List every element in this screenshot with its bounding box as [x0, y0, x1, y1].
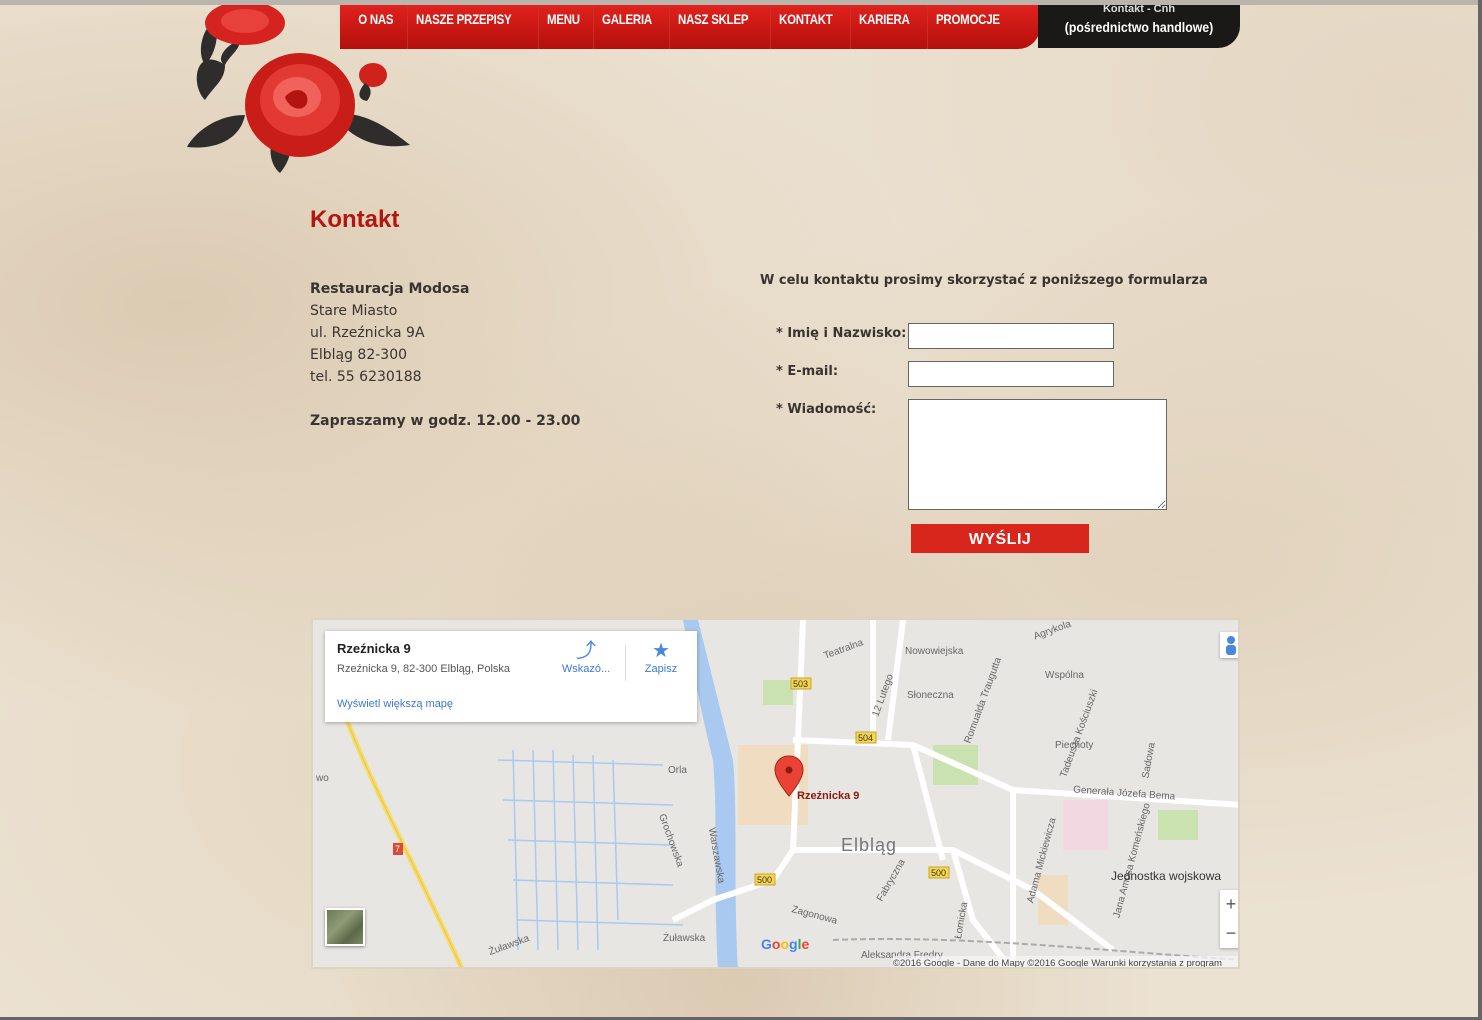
address-block: Restauracja Modosa Stare Miasto ul. Rzeź… — [310, 278, 580, 432]
google-logo: Google — [761, 936, 810, 952]
embedded-google-map[interactable]: 503 504 500 500 7 Teatralna Nowowiejska … — [311, 618, 1240, 969]
nav-item-menu[interactable]: MENU — [538, 5, 583, 49]
street-zulawska-2: Żuławska — [663, 933, 706, 944]
map-label-wo: wo — [316, 773, 329, 784]
save-place-button[interactable]: ★ Zapisz — [631, 639, 691, 675]
street-sloneczna: Słoneczna — [907, 690, 954, 701]
place-title: Rzeźnicka 9 — [337, 641, 411, 656]
street-wspolna: Wspólna — [1045, 670, 1084, 681]
street-piechoty: Piechoty — [1055, 740, 1094, 751]
submit-button[interactable]: WYŚLIJ — [911, 524, 1089, 553]
nav-item-galeria[interactable]: GALERIA — [593, 5, 655, 49]
road-badge-7: 7 — [395, 844, 401, 854]
directions-icon: ⤴ — [576, 640, 596, 662]
view-larger-map-link[interactable]: Wyświetl większą mapę — [337, 698, 453, 710]
place-address: Rzeźnicka 9, 82-300 Elbląg, Polska — [337, 663, 511, 675]
nav-item-nasze-przepisy[interactable]: NASZE PRZEPISY — [406, 5, 515, 49]
address-line-2: ul. Rzeźnicka 9A — [310, 325, 425, 341]
satellite-view-toggle[interactable] — [325, 908, 365, 946]
directions-label: Wskazó... — [561, 663, 611, 675]
form-intro: W celu kontaktu prosimy skorzystać z pon… — [760, 273, 1208, 288]
star-icon: ★ — [652, 640, 670, 662]
road-badge-504: 504 — [858, 733, 874, 743]
street-orla: Orla — [668, 765, 687, 776]
map-pin-label: Rzeźnicka 9 — [797, 790, 860, 802]
save-label: Zapisz — [644, 663, 678, 675]
directions-button[interactable]: ⤴ Wskazó... — [556, 639, 616, 675]
email-label: * E-mail: — [776, 364, 839, 379]
road-badge-503: 503 — [793, 679, 809, 689]
phone-number: tel. 55 6230188 — [310, 369, 422, 385]
nav-item-kariera[interactable]: KARIERA — [850, 5, 913, 49]
zoom-in-button[interactable]: + — [1220, 890, 1238, 919]
message-label: * Wiadomość: — [776, 402, 877, 417]
map-copyright[interactable]: ©2016 Google - Dane do Mapy ©2016 Google… — [893, 956, 1238, 967]
place-jednostka-wojskowa: Jednostka wojskowa — [1111, 869, 1222, 883]
card-divider — [625, 645, 626, 681]
contact-trade-label: (pośrednictwo handlowe) — [1064, 19, 1214, 35]
address-line-1: Stare Miasto — [310, 303, 398, 319]
page-title: Kontakt — [310, 206, 400, 233]
nav-item-kontakt[interactable]: KONTAKT — [769, 5, 836, 49]
road-badge-500a: 500 — [757, 875, 773, 885]
nav-item-promocje[interactable]: PROMOCJE — [926, 5, 1003, 49]
name-label: * Imię i Nazwisko: — [776, 326, 907, 341]
name-field[interactable] — [908, 323, 1114, 349]
nav-item-nasz-sklep[interactable]: NASZ SKLEP — [669, 5, 752, 49]
zoom-out-button[interactable]: − — [1220, 919, 1238, 948]
street-nowowiejska: Nowowiejska — [905, 646, 964, 657]
email-field[interactable] — [908, 361, 1114, 387]
road-badge-500b: 500 — [931, 868, 947, 878]
street-view-pegman-icon[interactable] — [1220, 632, 1238, 658]
window-right-edge — [1478, 0, 1482, 1020]
opening-hours: Zapraszamy w godz. 12.00 - 23.00 — [310, 413, 581, 429]
map-city-label: Elbląg — [841, 835, 898, 855]
message-field[interactable] — [908, 399, 1167, 510]
map-place-card: Rzeźnicka 9 Rzeźnicka 9, 82-300 Elbląg, … — [325, 631, 697, 722]
nav-item-o-nas[interactable]: O NAS — [350, 5, 397, 49]
main-navigation: O NAS NASZE PRZEPISY MENU GALERIA NASZ S… — [340, 5, 1040, 49]
address-line-3: Elbląg 82-300 — [310, 347, 408, 363]
restaurant-name: Restauracja Modosa — [310, 281, 470, 297]
contact-trade-small-text: Kontakt - Cnh — [1102, 5, 1176, 13]
map-zoom-controls: + − — [1220, 890, 1238, 948]
contact-trade-link[interactable]: Kontakt - Cnh (pośrednictwo handlowe) — [1038, 5, 1240, 48]
